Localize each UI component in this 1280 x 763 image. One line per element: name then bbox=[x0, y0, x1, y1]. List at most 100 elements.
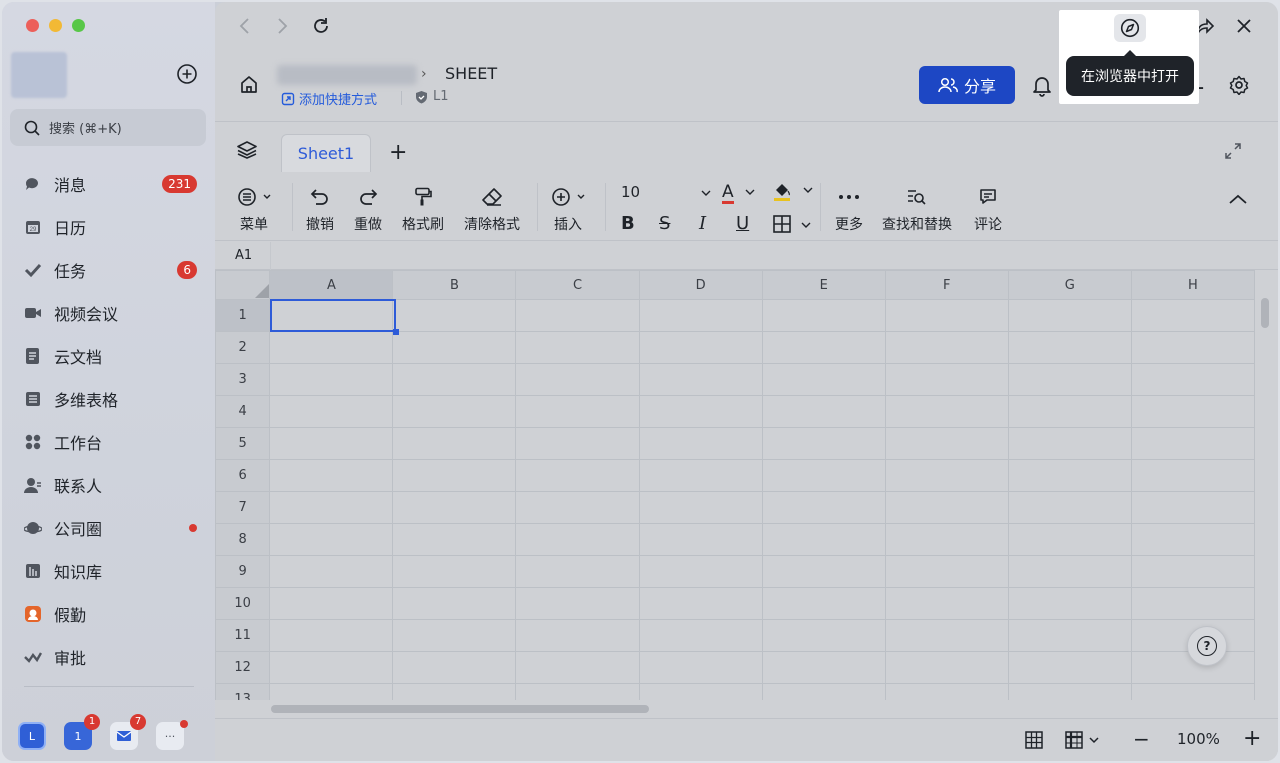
grid-cell[interactable] bbox=[1007, 523, 1132, 556]
user-avatar[interactable] bbox=[11, 52, 67, 98]
grid-view-icon[interactable] bbox=[1025, 731, 1043, 753]
grid-cell[interactable] bbox=[392, 363, 517, 396]
grid-cell[interactable] bbox=[638, 331, 763, 364]
horizontal-scrollbar[interactable] bbox=[271, 705, 649, 713]
grid-cell[interactable] bbox=[884, 523, 1009, 556]
row-header[interactable]: 9 bbox=[215, 555, 271, 588]
vertical-scrollbar[interactable] bbox=[1261, 298, 1269, 328]
grid-cell[interactable] bbox=[884, 683, 1009, 700]
grid-cell[interactable] bbox=[884, 555, 1009, 588]
sidebar-item-base[interactable]: 多维表格 bbox=[2, 377, 215, 420]
column-header[interactable]: A bbox=[269, 270, 394, 300]
grid-cell[interactable] bbox=[638, 459, 763, 492]
grid-cell[interactable] bbox=[761, 395, 886, 428]
grid-cell[interactable] bbox=[884, 619, 1009, 652]
search-input[interactable]: 搜索 (⌘+K) bbox=[10, 109, 206, 146]
grid-cell[interactable] bbox=[269, 395, 394, 428]
row-header[interactable]: 8 bbox=[215, 523, 271, 556]
add-shortcut-link[interactable]: 添加快捷方式 bbox=[281, 89, 377, 108]
column-header[interactable]: H bbox=[1130, 270, 1255, 300]
name-box[interactable]: A1 bbox=[235, 248, 252, 263]
sidebar-item-calendar[interactable]: 29 日历 bbox=[2, 205, 215, 248]
row-header[interactable]: 1 bbox=[215, 299, 271, 332]
grid-cell[interactable] bbox=[269, 427, 394, 460]
create-plus-icon[interactable] bbox=[176, 63, 198, 85]
column-header[interactable]: F bbox=[884, 270, 1009, 300]
fill-color-button[interactable] bbox=[773, 182, 813, 207]
grid-cell[interactable] bbox=[269, 587, 394, 620]
calendar-app-button[interactable]: 11 bbox=[64, 714, 100, 750]
gear-icon[interactable] bbox=[1229, 75, 1249, 99]
grid-cell[interactable] bbox=[638, 619, 763, 652]
grid-cell[interactable] bbox=[515, 491, 640, 524]
row-header[interactable]: 13 bbox=[215, 683, 271, 700]
profile-app-button[interactable]: L bbox=[18, 722, 46, 750]
sidebar-item-messages[interactable]: 消息 231 bbox=[2, 162, 215, 205]
fullscreen-icon[interactable] bbox=[1225, 143, 1241, 163]
grid-cell[interactable] bbox=[392, 491, 517, 524]
grid-cell[interactable] bbox=[515, 395, 640, 428]
font-color-button[interactable]: A bbox=[722, 181, 755, 204]
grid-cell[interactable] bbox=[392, 331, 517, 364]
grid-cell[interactable] bbox=[1007, 491, 1132, 524]
sidebar-item-tasks[interactable]: 任务 6 bbox=[2, 248, 215, 291]
fill-handle[interactable] bbox=[393, 329, 399, 335]
grid-cell[interactable] bbox=[1130, 299, 1255, 332]
more-button[interactable]: 更多 bbox=[835, 185, 863, 234]
grid-cell[interactable] bbox=[1130, 683, 1255, 700]
grid-cell[interactable] bbox=[1130, 587, 1255, 620]
grid-cell[interactable] bbox=[269, 683, 394, 700]
grid-cell[interactable] bbox=[269, 363, 394, 396]
bell-icon[interactable] bbox=[1032, 75, 1052, 101]
grid-cell[interactable] bbox=[515, 651, 640, 684]
grid-cell[interactable] bbox=[638, 427, 763, 460]
grid-cell[interactable] bbox=[761, 491, 886, 524]
grid-cell[interactable] bbox=[761, 523, 886, 556]
grid-cell[interactable] bbox=[638, 587, 763, 620]
grid-cell[interactable] bbox=[638, 555, 763, 588]
grid-cell[interactable] bbox=[638, 395, 763, 428]
grid-cell[interactable] bbox=[1130, 331, 1255, 364]
row-header[interactable]: 7 bbox=[215, 491, 271, 524]
column-header[interactable]: G bbox=[1007, 270, 1132, 300]
grid-cell[interactable] bbox=[1007, 363, 1132, 396]
grid-cell[interactable] bbox=[638, 523, 763, 556]
grid-cell[interactable] bbox=[761, 299, 886, 332]
grid-cell[interactable] bbox=[761, 459, 886, 492]
zoom-level[interactable]: 100% bbox=[1177, 730, 1220, 748]
grid-cell[interactable] bbox=[269, 651, 394, 684]
grid-cell[interactable] bbox=[515, 555, 640, 588]
grid-cell[interactable] bbox=[884, 395, 1009, 428]
grid-cell[interactable] bbox=[269, 491, 394, 524]
freeze-panes-icon[interactable] bbox=[1065, 731, 1101, 753]
bold-button[interactable]: B bbox=[621, 213, 635, 234]
grid-cell[interactable] bbox=[1130, 459, 1255, 492]
grid-cell[interactable] bbox=[761, 331, 886, 364]
row-header[interactable]: 5 bbox=[215, 427, 271, 460]
tab-sheet1[interactable]: Sheet1 bbox=[281, 134, 371, 172]
grid-cell[interactable] bbox=[392, 459, 517, 492]
insert-button[interactable]: 插入 bbox=[551, 185, 585, 234]
security-level[interactable]: L1 bbox=[401, 89, 449, 105]
grid-cell[interactable] bbox=[1130, 491, 1255, 524]
grid-cell[interactable] bbox=[638, 651, 763, 684]
grid-cell[interactable] bbox=[1130, 555, 1255, 588]
grid-cell[interactable] bbox=[638, 363, 763, 396]
row-header[interactable]: 4 bbox=[215, 395, 271, 428]
grid-cell[interactable] bbox=[1007, 619, 1132, 652]
grid-cell[interactable] bbox=[1007, 587, 1132, 620]
grid-cell[interactable] bbox=[638, 299, 763, 332]
clear-format-button[interactable]: 清除格式 bbox=[464, 185, 520, 234]
grid-cell[interactable] bbox=[1130, 427, 1255, 460]
grid-cell[interactable] bbox=[515, 459, 640, 492]
grid-cell[interactable] bbox=[269, 555, 394, 588]
grid-cell[interactable] bbox=[515, 523, 640, 556]
sidebar-item-approval[interactable]: 审批 bbox=[2, 635, 215, 678]
share-button[interactable]: 分享 bbox=[919, 66, 1015, 104]
grid-cell[interactable] bbox=[884, 299, 1009, 332]
grid-cell[interactable] bbox=[392, 555, 517, 588]
close-window-button[interactable] bbox=[26, 19, 39, 32]
grid-cell[interactable] bbox=[392, 427, 517, 460]
sidebar-item-docs[interactable]: 云文档 bbox=[2, 334, 215, 377]
grid-cell[interactable] bbox=[1007, 683, 1132, 700]
